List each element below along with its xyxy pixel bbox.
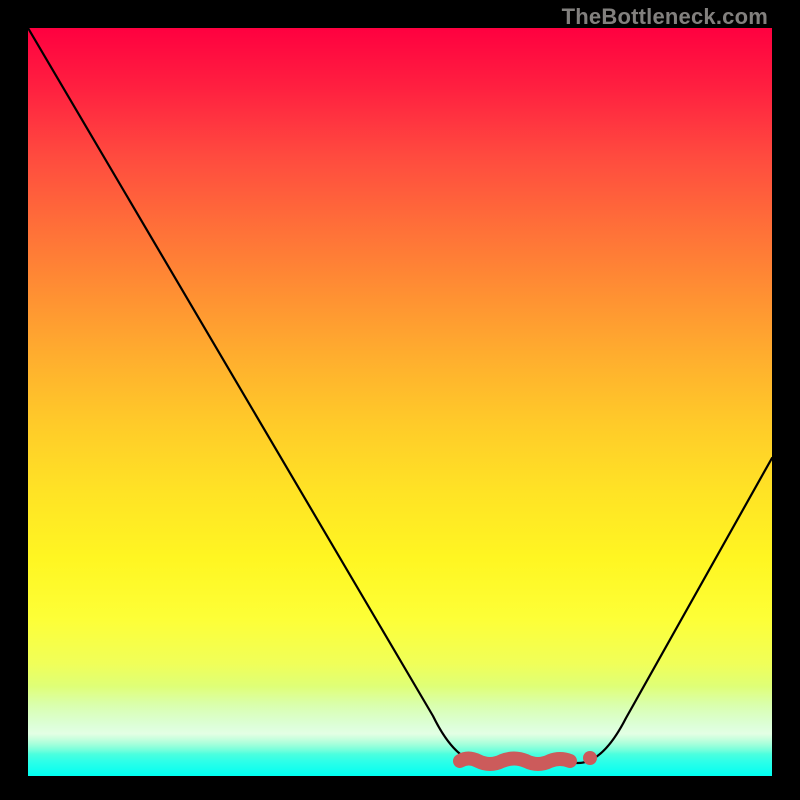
chart-curve bbox=[28, 28, 772, 763]
chart-svg bbox=[28, 28, 772, 776]
plot-area bbox=[28, 28, 772, 776]
chart-frame: TheBottleneck.com bbox=[0, 0, 800, 800]
valley-marker-dot bbox=[583, 751, 597, 765]
attribution-text: TheBottleneck.com bbox=[562, 4, 768, 30]
valley-marker-segment bbox=[460, 759, 570, 765]
